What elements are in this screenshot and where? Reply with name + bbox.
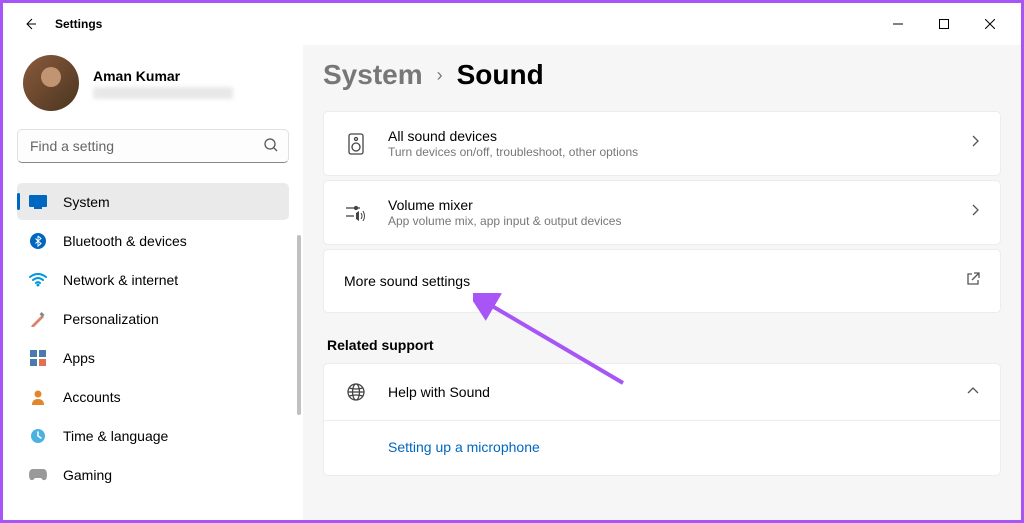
nav-label: Network & internet xyxy=(63,272,178,288)
search-icon xyxy=(263,137,279,158)
search-input[interactable] xyxy=(17,129,289,163)
page-title: Sound xyxy=(457,59,544,91)
sidebar-item-gaming[interactable]: Gaming xyxy=(17,456,289,493)
system-icon xyxy=(29,193,47,211)
card-help: Help with Sound Setting up a microphone xyxy=(323,363,1001,476)
card-title: All sound devices xyxy=(388,128,970,144)
help-header[interactable]: Help with Sound xyxy=(324,364,1000,420)
card-subtitle: App volume mix, app input & output devic… xyxy=(388,214,970,228)
help-link-microphone[interactable]: Setting up a microphone xyxy=(388,439,540,455)
nav-label: System xyxy=(63,194,110,210)
minimize-button[interactable] xyxy=(875,8,921,40)
minimize-icon xyxy=(893,19,903,29)
apps-icon xyxy=(29,349,47,367)
nav-label: Personalization xyxy=(63,311,159,327)
window-title: Settings xyxy=(55,17,102,31)
titlebar: Settings xyxy=(3,3,1021,45)
close-button[interactable] xyxy=(967,8,1013,40)
wifi-icon xyxy=(29,271,47,289)
avatar xyxy=(23,55,79,111)
bluetooth-icon xyxy=(29,232,47,250)
window-controls xyxy=(875,8,1013,40)
close-icon xyxy=(985,19,995,29)
search-box xyxy=(17,129,289,163)
chevron-right-icon: › xyxy=(437,65,443,86)
nav-label: Bluetooth & devices xyxy=(63,233,187,249)
card-volume-mixer[interactable]: Volume mixer App volume mix, app input &… xyxy=(323,180,1001,245)
chevron-right-icon xyxy=(970,134,980,153)
card-title: Volume mixer xyxy=(388,197,970,213)
sidebar-item-system[interactable]: System xyxy=(17,183,289,220)
chevron-up-icon xyxy=(966,383,980,401)
breadcrumb-parent[interactable]: System xyxy=(323,59,423,91)
card-all-sound-devices[interactable]: All sound devices Turn devices on/off, t… xyxy=(323,111,1001,176)
help-link-row: Setting up a microphone xyxy=(324,420,1000,475)
arrow-left-icon xyxy=(22,16,38,32)
globe-icon xyxy=(344,382,368,402)
nav-label: Time & language xyxy=(63,428,168,444)
card-subtitle: Turn devices on/off, troubleshoot, other… xyxy=(388,145,970,159)
external-link-icon xyxy=(966,272,980,291)
maximize-icon xyxy=(939,19,949,29)
sidebar-item-time[interactable]: Time & language xyxy=(17,417,289,454)
nav-label: Accounts xyxy=(63,389,121,405)
sidebar: Aman Kumar System Bluetooth & devices xyxy=(3,45,303,520)
nav-label: Apps xyxy=(63,350,95,366)
main-content: System › Sound All sound devices Turn de… xyxy=(303,45,1021,520)
profile-email-redacted xyxy=(93,87,233,99)
sidebar-item-network[interactable]: Network & internet xyxy=(17,261,289,298)
maximize-button[interactable] xyxy=(921,8,967,40)
profile-name: Aman Kumar xyxy=(93,68,233,84)
card-title: More sound settings xyxy=(344,273,966,289)
back-button[interactable] xyxy=(11,5,49,43)
card-more-sound-settings[interactable]: More sound settings xyxy=(323,249,1001,313)
help-title: Help with Sound xyxy=(388,384,966,400)
personalization-icon xyxy=(29,310,47,328)
sidebar-item-bluetooth[interactable]: Bluetooth & devices xyxy=(17,222,289,259)
mixer-icon xyxy=(344,205,368,221)
scrollbar[interactable] xyxy=(297,235,301,415)
breadcrumb: System › Sound xyxy=(323,59,1001,91)
nav: System Bluetooth & devices Network & int… xyxy=(17,183,289,493)
gaming-icon xyxy=(29,466,47,484)
profile-section[interactable]: Aman Kumar xyxy=(17,45,289,125)
accounts-icon xyxy=(29,388,47,406)
speaker-icon xyxy=(344,133,368,155)
chevron-right-icon xyxy=(970,203,980,222)
nav-label: Gaming xyxy=(63,467,112,483)
section-heading: Related support xyxy=(327,337,997,353)
sidebar-item-accounts[interactable]: Accounts xyxy=(17,378,289,415)
sidebar-item-apps[interactable]: Apps xyxy=(17,339,289,376)
sidebar-item-personalization[interactable]: Personalization xyxy=(17,300,289,337)
time-icon xyxy=(29,427,47,445)
